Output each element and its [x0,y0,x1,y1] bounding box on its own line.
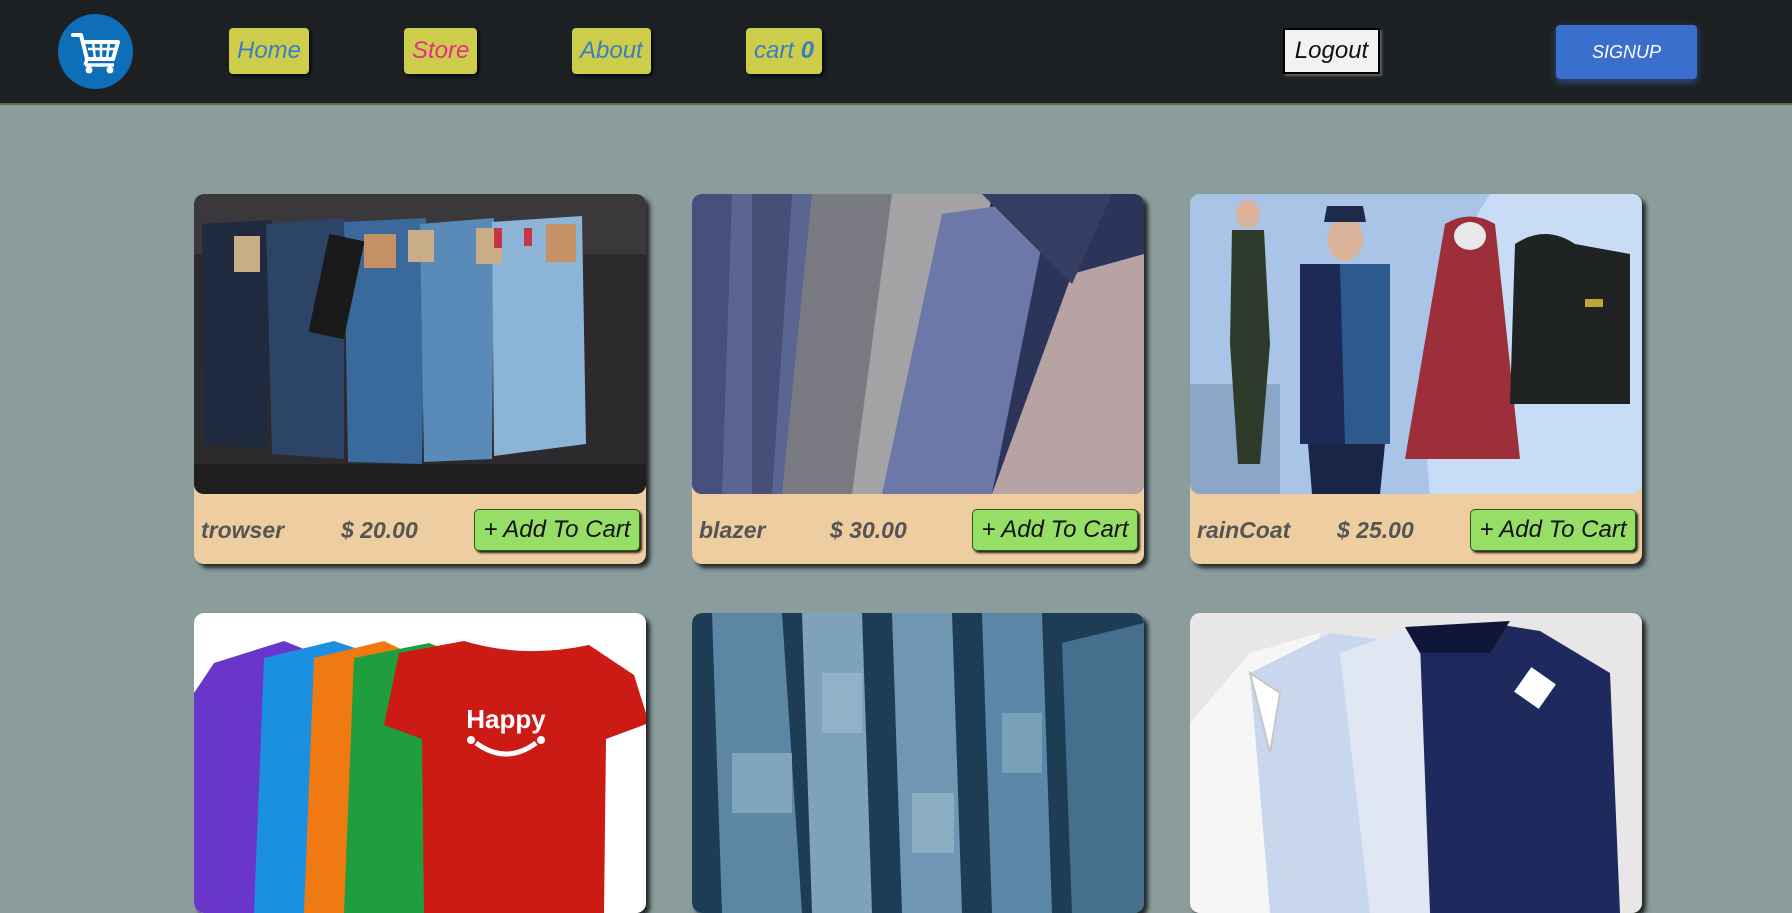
product-card-dress-shirts [1190,613,1642,913]
nav-about-link[interactable]: About [572,28,651,74]
product-price: $ 25.00 [1337,517,1414,543]
product-card-raincoat: rainCoat $ 25.00 + Add To Cart [1190,194,1642,564]
add-to-cart-button[interactable]: + Add To Cart [972,509,1138,551]
product-name: trowser [201,517,285,543]
product-name: blazer [699,517,766,543]
nav-store-link[interactable]: Store [404,28,478,74]
product-price: $ 20.00 [341,517,418,543]
product-image-raincoat [1190,194,1642,494]
add-to-cart-button[interactable]: + Add To Cart [1470,509,1636,551]
product-price: $ 30.00 [830,517,907,543]
product-image-tshirts: Happy [194,613,646,913]
cart-label: cart [754,37,795,64]
product-card-trowser: trowser $ 20.00 + Add To Cart [194,194,646,564]
nav-home-link[interactable]: Home [229,28,310,74]
product-image-denim [692,613,1144,913]
tshirt-happy-print: Happy [466,704,546,734]
cart-count: 0 [800,37,815,64]
add-to-cart-button[interactable]: + Add To Cart [474,509,640,551]
product-image-trowser [194,194,646,494]
product-image-blazer [692,194,1144,494]
shopping-cart-icon[interactable] [58,14,133,89]
product-card-blazer: blazer $ 30.00 + Add To Cart [692,194,1144,564]
top-navbar: Home Store About cart 0 Logout SIGNUP [0,0,1792,105]
nav-cart-link[interactable]: cart 0 [746,28,823,74]
product-card-denim [692,613,1144,913]
logout-button[interactable]: Logout [1283,28,1380,74]
product-card-tshirts: Happy [194,613,646,913]
signup-button[interactable]: SIGNUP [1556,25,1697,79]
product-name: rainCoat [1197,517,1291,543]
product-image-dress-shirts [1190,613,1642,913]
